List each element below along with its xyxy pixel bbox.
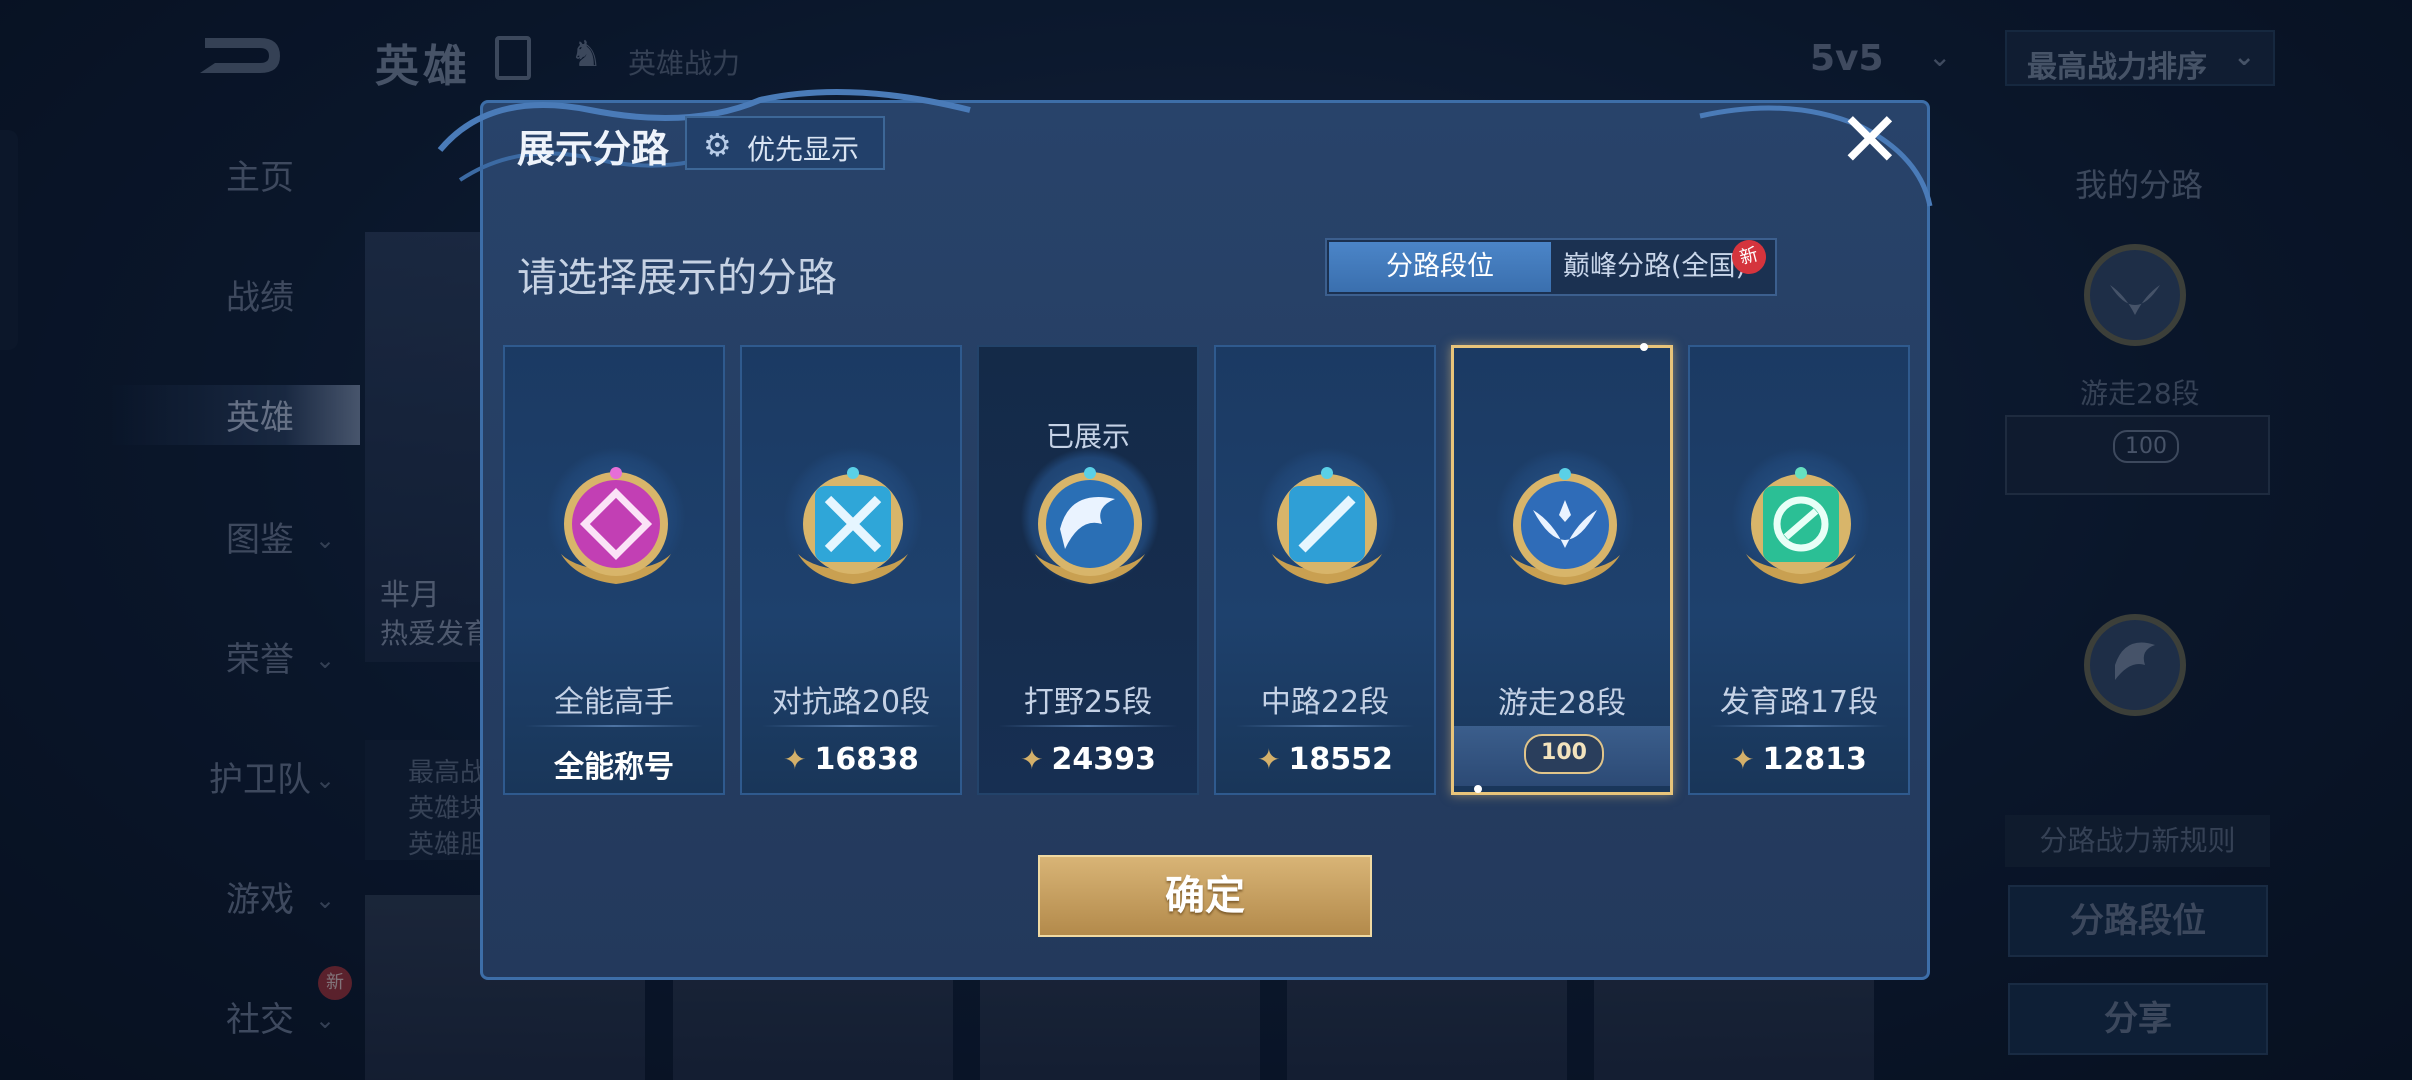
roam-badge-icon [1510,468,1620,585]
power-icon: ✦ [1020,743,1044,776]
lane-mode-tabs: 分路段位 巅峰分路(全国) [1325,238,1777,296]
cloud-ornament [1699,105,1933,207]
lane-value-text: 24393 [1051,742,1156,777]
corner-sparkle [1640,343,1648,351]
lane-name: 中路22段 [1260,685,1390,720]
lane-value-text: 12813 [1762,742,1867,777]
close-icon[interactable]: ✕ [1838,102,1902,178]
lane-value-text: 16838 [814,742,919,777]
lane-card-farm[interactable]: 发育路17段 ✦ 12813 [1688,345,1910,795]
lane-value-text: 全能称号 [554,750,674,785]
confirm-button[interactable]: 确定 [1038,855,1372,937]
all-round-badge-icon [561,467,671,584]
lane-value: ✦ 12813 [1690,742,1908,777]
clash-lane-badge-icon [798,467,908,584]
lane-value: ✦ 16838 [742,742,960,777]
lane-name: 全能高手 [554,685,674,720]
lane-value: ✦ 18552 [1216,742,1434,777]
dialog-subtitle: 请选择展示的分路 [517,255,837,301]
lane-value: ✦ 24393 [979,742,1197,777]
lane-value: 全能称号 [505,742,723,786]
divider [525,725,703,727]
rank-stars: 100 [1524,734,1604,774]
lane-card-jungle[interactable]: 已展示 打野25段 ✦ 24393 [977,345,1199,795]
power-icon: ✦ [783,743,807,776]
power-icon: ✦ [1731,743,1755,776]
divider [1236,725,1414,727]
priority-display-label: 优先显示 [747,133,860,166]
lane-card-all-round[interactable]: 全能高手 全能称号 [503,345,725,795]
lane-name: 发育路17段 [1719,685,1879,720]
lane-name: 游走28段 [1497,686,1627,721]
priority-display-button[interactable]: ⚙ 优先显示 [685,116,885,170]
tab-lane-rank[interactable]: 分路段位 [1329,242,1551,292]
jungle-badge-icon [1035,467,1145,584]
lane-name: 打野25段 [1023,685,1153,720]
divider [762,725,940,727]
corner-sparkle [1474,785,1482,793]
mid-lane-badge-icon [1272,467,1382,584]
gear-icon: ⚙ [703,126,732,164]
divider [1710,725,1888,727]
lane-card-mid[interactable]: 中路22段 ✦ 18552 [1214,345,1436,795]
lane-value-text: 18552 [1288,742,1393,777]
dialog-title: 展示分路 [517,127,670,171]
farm-lane-badge-icon [1746,467,1856,584]
rank-stars-bar: 100 [1454,726,1670,786]
lane-card-roam[interactable]: 游走28段 100 [1451,343,1673,795]
lane-name: 对抗路20段 [771,685,931,720]
divider [999,725,1177,727]
lane-card-clash[interactable]: 对抗路20段 ✦ 16838 [740,345,962,795]
power-icon: ✦ [1257,743,1281,776]
